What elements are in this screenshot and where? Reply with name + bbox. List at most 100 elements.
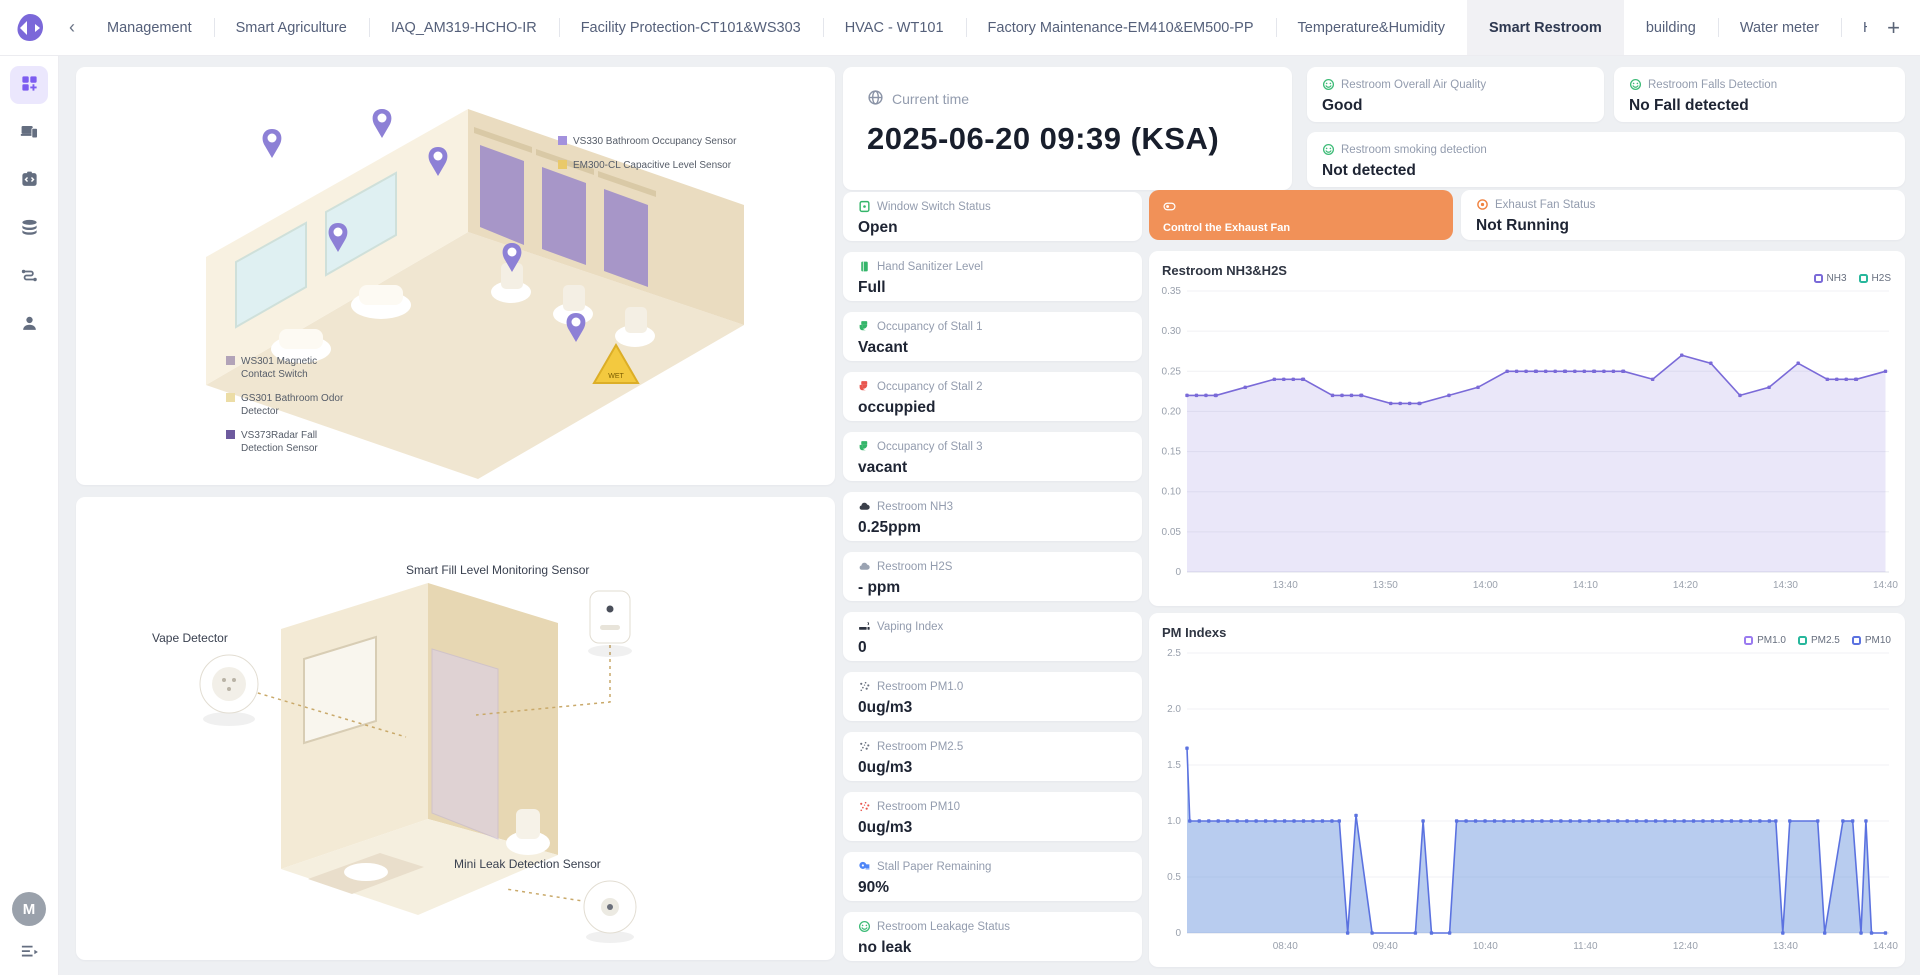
svg-text:09:40: 09:40 — [1373, 941, 1398, 952]
current-time-value: 2025-06-20 09:39 (KSA) — [867, 121, 1268, 157]
nh3-h2s-chart-title: Restroom NH3&H2S — [1162, 263, 1287, 278]
tab-smart-restroom[interactable]: Smart Restroom — [1467, 0, 1624, 55]
status-value: - ppm — [858, 579, 1127, 597]
svg-text:10:40: 10:40 — [1473, 941, 1498, 952]
tab-factory-maintenance-em410-em500-pp[interactable]: Factory Maintenance-EM410&EM500-PP — [966, 0, 1276, 55]
legend-text: WS301 Magnetic Contact Switch — [241, 355, 346, 381]
pm-index-chart-title: PM Indexs — [1162, 625, 1226, 640]
sidebar: M — [0, 56, 59, 975]
status-label: Occupancy of Stall 3 — [877, 441, 982, 453]
sidebar-item-devices[interactable] — [10, 114, 48, 152]
legend-chip — [1852, 636, 1861, 645]
legend-item-nh3[interactable]: NH3 — [1814, 273, 1847, 284]
status-card-hand-sanitizer-level: Hand Sanitizer LevelFull — [843, 252, 1142, 301]
legend-item-pm1-0[interactable]: PM1.0 — [1744, 635, 1786, 646]
control-exhaust-fan-button[interactable]: Control the Exhaust Fan — [1149, 190, 1453, 240]
globe-icon — [867, 89, 884, 109]
status-card-stall-paper-remaining: Stall Paper Remaining90% — [843, 852, 1142, 901]
status-value: 0ug/m3 — [858, 819, 1127, 837]
svg-text:1.5: 1.5 — [1167, 760, 1181, 771]
tabs-container: ManagementSmart AgricultureIAQ_AM319-HCH… — [85, 0, 1867, 55]
vape-detector-label: Vape Detector — [152, 631, 228, 645]
leak-sensor-label: Mini Leak Detection Sensor — [454, 857, 601, 871]
svg-text:14:00: 14:00 — [1473, 580, 1498, 591]
svg-text:0.20: 0.20 — [1162, 406, 1182, 417]
status-value: Full — [858, 279, 1127, 297]
toilet-icon — [858, 380, 871, 394]
tabs-scroll-left[interactable]: ‹ — [59, 0, 85, 55]
dust-icon — [858, 680, 871, 694]
tab-hvac[interactable]: Hvac — [1841, 0, 1867, 55]
status-value: 0.25ppm — [858, 519, 1127, 537]
cloud-icon — [858, 560, 871, 574]
dust-icon — [858, 740, 871, 754]
legend-item-h2s[interactable]: H2S — [1859, 273, 1891, 284]
status-card-window-switch-status: Window Switch StatusOpen — [843, 192, 1142, 241]
tab-building[interactable]: building — [1624, 0, 1718, 55]
pm-index-plot: 00.51.01.52.02.508:4009:4010:4011:4012:4… — [1149, 613, 1905, 967]
sidebar-item-workflow[interactable] — [10, 258, 48, 296]
nh3-h2s-plot: 00.050.100.150.200.250.300.3513:4013:501… — [1149, 251, 1905, 606]
svg-text:13:50: 13:50 — [1373, 580, 1398, 591]
tab-management[interactable]: Management — [85, 0, 214, 55]
falls-detection-label: Restroom Falls Detection — [1648, 79, 1777, 91]
svg-text:14:30: 14:30 — [1773, 580, 1798, 591]
floorplan-legend-item: VS330 Bathroom Occupancy Sensor — [558, 135, 736, 148]
air-quality-label: Restroom Overall Air Quality — [1341, 79, 1486, 91]
tab-iaq-am319-hcho-ir[interactable]: IAQ_AM319-HCHO-IR — [369, 0, 559, 55]
falls-detection-card: Restroom Falls Detection No Fall detecte… — [1614, 67, 1905, 122]
status-card-occupancy-of-stall-3: Occupancy of Stall 3vacant — [843, 432, 1142, 481]
tab-smart-agriculture[interactable]: Smart Agriculture — [214, 0, 369, 55]
pm-index-legend: PM1.0 PM2.5 PM10 — [1744, 635, 1891, 646]
floorplan-legend-left: WS301 Magnetic Contact SwitchGS301 Bathr… — [226, 355, 346, 466]
nh3-h2s-chart-card: Restroom NH3&H2S NH3 H2S 00.050.100.150.2… — [1149, 251, 1905, 606]
tab-facility-protection-ct101-ws303[interactable]: Facility Protection-CT101&WS303 — [559, 0, 823, 55]
status-value: 0ug/m3 — [858, 759, 1127, 777]
smiley-icon — [1322, 143, 1335, 157]
legend-chip — [1814, 274, 1823, 283]
air-quality-value: Good — [1322, 97, 1589, 115]
tab-temperature-humidity[interactable]: Temperature&Humidity — [1276, 0, 1467, 55]
svg-text:2.5: 2.5 — [1167, 648, 1181, 659]
add-tab-button[interactable]: + — [1867, 0, 1920, 55]
legend-label: PM1.0 — [1757, 635, 1786, 646]
legend-text: VS373Radar Fall Detection Sensor — [241, 429, 346, 455]
exhaust-fan-status-label: Exhaust Fan Status — [1495, 199, 1595, 211]
legend-chip — [1744, 636, 1753, 645]
package-icon — [20, 170, 39, 192]
tab-hvac-wt101[interactable]: HVAC - WT101 — [823, 0, 966, 55]
dust-icon — [858, 800, 871, 814]
svg-text:14:40: 14:40 — [1873, 580, 1898, 591]
legend-item-pm10[interactable]: PM10 — [1852, 635, 1891, 646]
legend-label: PM10 — [1865, 635, 1891, 646]
status-label: Restroom PM2.5 — [877, 741, 963, 753]
status-card-occupancy-of-stall-2: Occupancy of Stall 2occuppied — [843, 372, 1142, 421]
user-avatar[interactable]: M — [12, 892, 46, 926]
status-label: Restroom Leakage Status — [877, 921, 1010, 933]
status-card-restroom-pm2-5: Restroom PM2.5 0ug/m3 — [843, 732, 1142, 781]
status-card-occupancy-of-stall-1: Occupancy of Stall 1Vacant — [843, 312, 1142, 361]
floorplan-legend-item: EM300-CL Capacitive Level Sensor — [558, 159, 736, 172]
tab-water-meter[interactable]: Water meter — [1718, 0, 1841, 55]
status-label: Restroom PM1.0 — [877, 681, 963, 693]
collapse-menu-icon[interactable] — [20, 944, 38, 965]
sidebar-item-dashboard[interactable] — [10, 66, 48, 104]
room-3d-card: Smart Fill Level Monitoring Sensor Vape … — [76, 497, 835, 960]
legend-swatch — [226, 356, 235, 365]
legend-swatch — [226, 393, 235, 402]
app-logo[interactable] — [0, 0, 59, 55]
legend-text: EM300-CL Capacitive Level Sensor — [573, 159, 731, 172]
user-icon — [20, 314, 39, 336]
status-label: Restroom NH3 — [877, 501, 953, 513]
smiley-icon — [858, 920, 871, 934]
svg-text:0.05: 0.05 — [1162, 527, 1182, 538]
legend-swatch — [226, 430, 235, 439]
sidebar-item-user[interactable] — [10, 306, 48, 344]
sidebar-item-database[interactable] — [10, 210, 48, 248]
legend-item-pm2-5[interactable]: PM2.5 — [1798, 635, 1840, 646]
svg-text:1.0: 1.0 — [1167, 816, 1181, 827]
sidebar-item-package[interactable] — [10, 162, 48, 200]
toilet-icon — [858, 440, 871, 454]
smiley-icon — [1629, 78, 1642, 92]
status-card-restroom-leakage-status: Restroom Leakage Statusno leak — [843, 912, 1142, 961]
